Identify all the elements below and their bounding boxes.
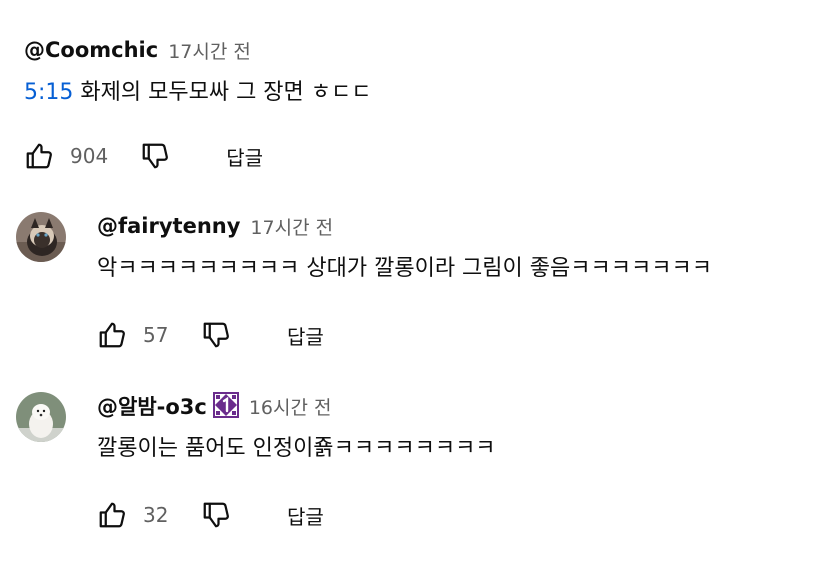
- thumb-up-icon[interactable]: [97, 320, 127, 350]
- comment-text-content: 화제의 모두모싸 그 장면 ㅎㄷㄷ: [73, 80, 372, 105]
- timestamp-link[interactable]: 5:15: [24, 80, 73, 105]
- comment-actions: 904 답글: [24, 136, 263, 176]
- thumb-up-icon[interactable]: [24, 141, 54, 171]
- comment-time[interactable]: 17시간 전: [250, 213, 333, 240]
- thumb-down-icon[interactable]: [140, 141, 170, 171]
- reply-button[interactable]: 답글: [287, 321, 324, 350]
- comment-text: 깔롱이는 품어도 인정이죩ㅋㅋㅋㅋㅋㅋㅋㅋ: [97, 436, 496, 461]
- comment-body: @Coomchic 17시간 전 5:15 화제의 모두모싸 그 장면 ㅎㄷㄷ …: [24, 34, 802, 170]
- comment-time[interactable]: 16시간 전: [249, 393, 332, 420]
- comment-time[interactable]: 17시간 전: [168, 37, 251, 64]
- comment-actions: 32 답글: [97, 495, 324, 535]
- comment-header: @알밤-o3c 16시간 전: [97, 390, 802, 422]
- comment-author[interactable]: @fairytenny: [97, 214, 240, 238]
- like-count: 32: [143, 503, 169, 527]
- thumb-down-icon[interactable]: [201, 500, 231, 530]
- comment-header: @fairytenny 17시간 전: [97, 210, 802, 242]
- comment-author[interactable]: @Coomchic: [24, 38, 158, 62]
- avatar[interactable]: [16, 212, 66, 262]
- reply-button[interactable]: 답글: [287, 501, 324, 530]
- thumb-up-icon[interactable]: [97, 500, 127, 530]
- like-count: 57: [143, 323, 169, 347]
- comment-text: 악ㅋㅋㅋㅋㅋㅋㅋㅋㅋ 상대가 깔롱이라 그림이 좋음ㅋㅋㅋㅋㅋㅋㅋ: [97, 256, 712, 281]
- thumb-down-icon[interactable]: [201, 320, 231, 350]
- reply-button[interactable]: 답글: [226, 142, 263, 171]
- comment-actions: 57 답글: [97, 315, 324, 355]
- comment-text: 5:15 화제의 모두모싸 그 장면 ㅎㄷㄷ: [24, 78, 802, 108]
- comment-author[interactable]: @알밤-o3c: [97, 391, 207, 421]
- comment-body: @알밤-o3c 16시간 전 깔롱이는 품어도 인정이죩ㅋㅋㅋㅋㅋㅋㅋㅋ 32: [97, 390, 802, 529]
- comment-body: @fairytenny 17시간 전 악ㅋㅋㅋㅋㅋㅋㅋㅋㅋ 상대가 깔롱이라 그…: [97, 210, 802, 349]
- comment-header: @Coomchic 17시간 전: [24, 34, 802, 66]
- like-count: 904: [70, 144, 109, 168]
- avatar[interactable]: [16, 392, 66, 442]
- member-badge-icon: [212, 392, 239, 418]
